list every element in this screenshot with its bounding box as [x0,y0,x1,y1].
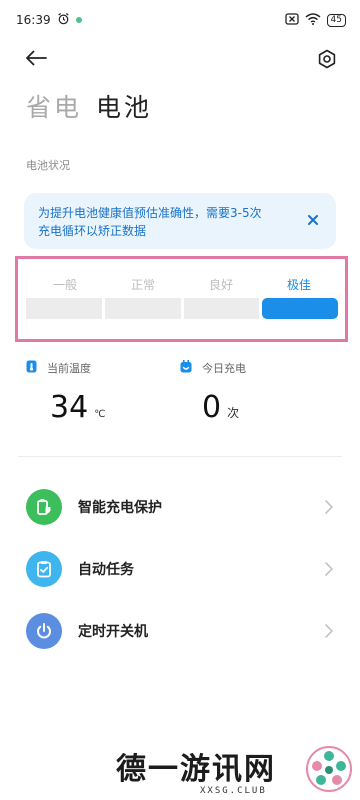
silent-icon [284,12,299,28]
stat-charges-unit: 次 [227,406,240,420]
grade-bar-normal [104,298,181,319]
stat-temperature-unit: ℃ [94,409,106,420]
grade-label-fair: 一般 [52,278,77,292]
chevron-right-icon [322,500,336,514]
menu-item-smart-charging-protection[interactable]: 智能充电保护 [0,479,360,535]
settings-button[interactable] [312,46,342,76]
back-button[interactable] [20,46,52,74]
status-bar: 16:39 45 [0,0,360,40]
grade-labels: 一般 正常 良好 极佳 [26,276,338,293]
clipboard-check-icon [26,551,62,587]
status-time: 16:39 [16,13,51,27]
menu-item-automatic-tasks[interactable]: 自动任务 [0,541,360,597]
thermometer-icon [26,360,37,376]
grade-bar-fair [26,298,102,319]
gear-icon [317,49,337,73]
stat-charges-value-row: 0 次 [202,390,246,425]
grade-bar-excellent [262,298,338,319]
stat-temperature-value: 34 [50,390,89,425]
battery-shield-icon [26,489,62,525]
stat-temperature-value-row: 34 ℃ [50,390,105,425]
title-power-saving[interactable]: 省电 [26,93,82,122]
chevron-right-icon [322,624,336,638]
close-icon [308,212,318,230]
wifi-icon [305,12,321,28]
page-title: 省电 电池 [26,88,152,124]
stat-temperature: 当前温度 34 ℃ [26,360,105,425]
stat-charges-head: 今日充电 [180,360,246,376]
menu-label-scheduled-power: 定时开关机 [78,624,148,640]
power-icon [26,613,62,649]
stat-temperature-label: 当前温度 [47,362,91,375]
menu-item-scheduled-power[interactable]: 定时开关机 [0,603,360,659]
grade-label-good: 良好 [208,278,233,292]
stat-charges-today: 今日充电 0 次 [180,360,246,425]
tip-line-1: 为提升电池健康值预估准确性，需要3-5次 [38,206,262,220]
notification-dot-icon [75,17,82,23]
watermark-text: 德一游讯网 [116,752,276,787]
watermark-logo-icon [304,744,354,794]
stat-charges-label: 今日充电 [202,362,246,375]
battery-icon: 45 [326,13,346,27]
stat-charges-value: 0 [202,390,222,425]
title-battery[interactable]: 电池 [96,93,152,122]
charging-icon [180,360,192,376]
status-right: 45 [284,12,346,28]
calibration-tip-card: 为提升电池健康值预估准确性，需要3-5次 充电循环以矫正数据 [24,193,336,249]
grade-bars [26,298,338,319]
grade-bar-good [183,298,260,319]
grade-label-normal: 正常 [130,278,155,292]
arrow-left-icon [25,50,47,70]
divider [18,456,342,457]
status-left: 16:39 [16,12,82,28]
alarm-icon [57,12,70,28]
watermark: 德一游讯网 XXSG.CLUB [108,738,360,800]
tip-close-button[interactable] [302,210,324,232]
tip-line-2: 充电循环以矫正数据 [38,224,147,238]
battery-grade-scale: 一般 正常 良好 极佳 [15,256,348,342]
menu-label-smart-charging: 智能充电保护 [78,500,162,516]
section-label-battery-status: 电池状况 [26,159,70,172]
top-bar [0,40,360,80]
stat-temperature-head: 当前温度 [26,360,105,376]
watermark-subtext: XXSG.CLUB [200,786,267,796]
menu-label-automatic-tasks: 自动任务 [78,562,134,578]
grade-label-excellent: 极佳 [286,278,311,292]
chevron-right-icon [322,562,336,576]
